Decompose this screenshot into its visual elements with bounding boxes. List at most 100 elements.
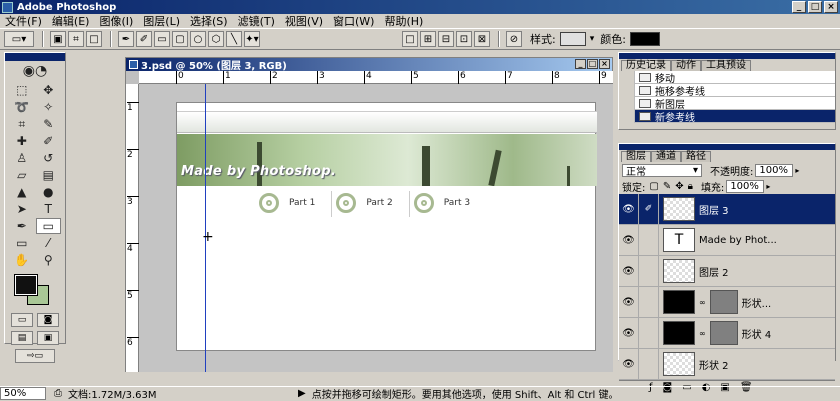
quick-mask-icon[interactable]: ◙ — [37, 313, 59, 327]
history-item[interactable]: 新图层 — [619, 96, 835, 111]
history-item[interactable]: 移动 — [619, 70, 835, 85]
zoom-field[interactable]: 50% — [0, 387, 46, 400]
pen-tool-icon[interactable]: ✒ — [118, 31, 134, 47]
lock-all-icon[interactable]: 🔒︎ — [688, 181, 693, 192]
layer-row[interactable]: 👁︎ ∞ 形状... — [619, 286, 835, 318]
lock-position-icon[interactable]: ✥ — [675, 181, 683, 192]
menu-file[interactable]: 文件(F) — [0, 13, 47, 29]
intersect-shape-icon[interactable]: ⊡ — [456, 31, 472, 47]
chevron-down-icon[interactable]: ▾ — [590, 34, 595, 44]
layer-row[interactable]: 👁︎ 图层 2 — [619, 255, 835, 287]
lock-transparency-icon[interactable]: ▢ — [649, 181, 658, 192]
menu-help[interactable]: 帮助(H) — [379, 13, 428, 29]
doc-maximize-button[interactable]: □ — [587, 59, 598, 69]
menu-layer[interactable]: 图层(L) — [138, 13, 185, 29]
marquee-tool-icon[interactable]: ⬚ — [9, 82, 35, 98]
eyedropper-icon[interactable]: ⁄ — [36, 235, 62, 251]
tab-channels[interactable]: 通道 — [651, 151, 681, 162]
opacity-input[interactable]: 100% — [755, 163, 794, 177]
ellipse-icon[interactable]: ○ — [190, 31, 206, 47]
part-item[interactable]: Part 3 — [410, 191, 486, 217]
menu-edit[interactable]: 编辑(E) — [47, 13, 95, 29]
visibility-eye-icon[interactable]: 👁︎ — [619, 317, 639, 349]
add-to-shape-icon[interactable]: ⊞ — [420, 31, 436, 47]
notes-tool-icon[interactable]: ▭ — [9, 235, 35, 251]
menu-select[interactable]: 选择(S) — [185, 13, 233, 29]
doc-minimize-button[interactable]: _ — [575, 59, 586, 69]
polygon-icon[interactable]: ⬡ — [208, 31, 224, 47]
link-icon[interactable]: ⊘ — [506, 31, 522, 47]
healing-brush-icon[interactable]: ✚ — [9, 133, 35, 149]
horizontal-ruler[interactable]: 0 1 2 3 4 5 6 7 8 9 — [139, 71, 613, 84]
document-info-icon[interactable]: ⎙ — [54, 388, 62, 399]
menu-window[interactable]: 窗口(W) — [328, 13, 379, 29]
brush-tool-icon[interactable]: ✐ — [36, 133, 62, 149]
zoom-tool-icon[interactable]: ⚲ — [36, 252, 62, 268]
rounded-rectangle-icon[interactable]: ▢ — [172, 31, 188, 47]
move-tool-icon[interactable]: ✥ — [36, 82, 62, 98]
vertical-ruler[interactable]: 1 2 3 4 5 6 — [126, 84, 139, 372]
color-swatch[interactable] — [629, 32, 660, 46]
minimize-button[interactable]: _ — [792, 1, 806, 13]
paths-mode-icon[interactable]: ⌗ — [68, 31, 84, 47]
vertical-guide-line[interactable] — [205, 84, 206, 372]
subtract-shape-icon[interactable]: ⊟ — [438, 31, 454, 47]
line-icon[interactable]: ╲ — [226, 31, 242, 47]
gradient-tool-icon[interactable]: ▤ — [36, 167, 62, 183]
type-tool-icon[interactable]: T — [36, 201, 62, 217]
status-menu-arrow-icon[interactable]: ▶ — [298, 388, 306, 399]
freeform-pen-icon[interactable]: ✐ — [136, 31, 152, 47]
blur-tool-icon[interactable]: ▲ — [9, 184, 35, 200]
canvas-area[interactable]: Made by Photoshop. Part 1 Part 2 Part 3 … — [139, 84, 613, 372]
new-shape-layer-icon[interactable]: □ — [402, 31, 418, 47]
exclude-shape-icon[interactable]: ⊠ — [474, 31, 490, 47]
layer-row[interactable]: 👁︎ T Made by Phot... — [619, 224, 835, 256]
layer-row[interactable]: 👁︎ ∞ 形状 4 — [619, 317, 835, 349]
doc-close-button[interactable]: × — [599, 59, 610, 69]
visibility-eye-icon[interactable]: 👁︎ — [619, 255, 639, 287]
design-page[interactable]: Made by Photoshop. Part 1 Part 2 Part 3 — [176, 102, 597, 351]
clone-stamp-icon[interactable]: ♙ — [9, 150, 35, 166]
history-brush-icon[interactable]: ↺ — [36, 150, 62, 166]
tab-actions[interactable]: 动作 — [671, 60, 701, 71]
dodge-tool-icon[interactable]: ● — [36, 184, 62, 200]
shape-layers-mode-icon[interactable]: ▣ — [50, 31, 66, 47]
history-item[interactable]: 拖移参考线 — [619, 83, 835, 98]
menu-filter[interactable]: 滤镜(T) — [233, 13, 280, 29]
menu-view[interactable]: 视图(V) — [280, 13, 328, 29]
standard-mode-icon[interactable]: ▭ — [11, 313, 33, 327]
hand-tool-icon[interactable]: ✋ — [9, 252, 35, 268]
foreground-color-swatch[interactable] — [14, 274, 38, 296]
maximize-button[interactable]: □ — [808, 1, 822, 13]
history-item-selected[interactable]: 新参考线 — [619, 109, 835, 124]
close-button[interactable]: × — [824, 1, 838, 13]
tab-layers[interactable]: 图层 — [621, 151, 651, 162]
fill-pixels-mode-icon[interactable]: □ — [86, 31, 102, 47]
rectangle-tool-icon[interactable]: ▭ — [35, 218, 61, 234]
jump-to-imageready-icon[interactable]: ⇨▭ — [15, 349, 55, 363]
layer-row[interactable]: 👁︎ ✐ 图层 3 — [619, 193, 835, 225]
opacity-slider-icon[interactable]: ▸ — [795, 166, 799, 175]
visibility-eye-icon[interactable]: 👁︎ — [619, 193, 639, 225]
pen-tool-box-icon[interactable]: ✒ — [9, 218, 35, 234]
eye-logo-icon[interactable]: ◉◔ — [5, 61, 65, 81]
tab-tool-presets[interactable]: 工具预设 — [701, 60, 751, 71]
fill-input[interactable]: 100% — [726, 179, 765, 193]
slice-tool-icon[interactable]: ✎ — [36, 116, 62, 132]
rectangle-shape-icon[interactable]: ▭ — [154, 31, 170, 47]
visibility-eye-icon[interactable]: 👁︎ — [619, 224, 639, 256]
fill-slider-icon[interactable]: ▸ — [766, 182, 770, 191]
style-picker[interactable] — [559, 32, 586, 46]
lasso-tool-icon[interactable]: ➰ — [9, 99, 35, 115]
visibility-eye-icon[interactable]: 👁︎ — [619, 286, 639, 318]
crop-tool-icon[interactable]: ⌗ — [9, 116, 35, 132]
visibility-eye-icon[interactable]: 👁︎ — [619, 348, 639, 380]
magic-wand-icon[interactable]: ✧ — [36, 99, 62, 115]
menu-image[interactable]: 图像(I) — [94, 13, 138, 29]
lock-pixels-icon[interactable]: ✎ — [663, 181, 671, 192]
blend-mode-select[interactable]: 正常 ▾ — [622, 163, 702, 178]
tool-preset-picker[interactable]: ▭▾ — [4, 31, 34, 47]
part-item[interactable]: Part 1 — [255, 191, 333, 217]
eraser-tool-icon[interactable]: ▱ — [9, 167, 35, 183]
screen-mode-standard-icon[interactable]: ▤ — [11, 331, 33, 345]
